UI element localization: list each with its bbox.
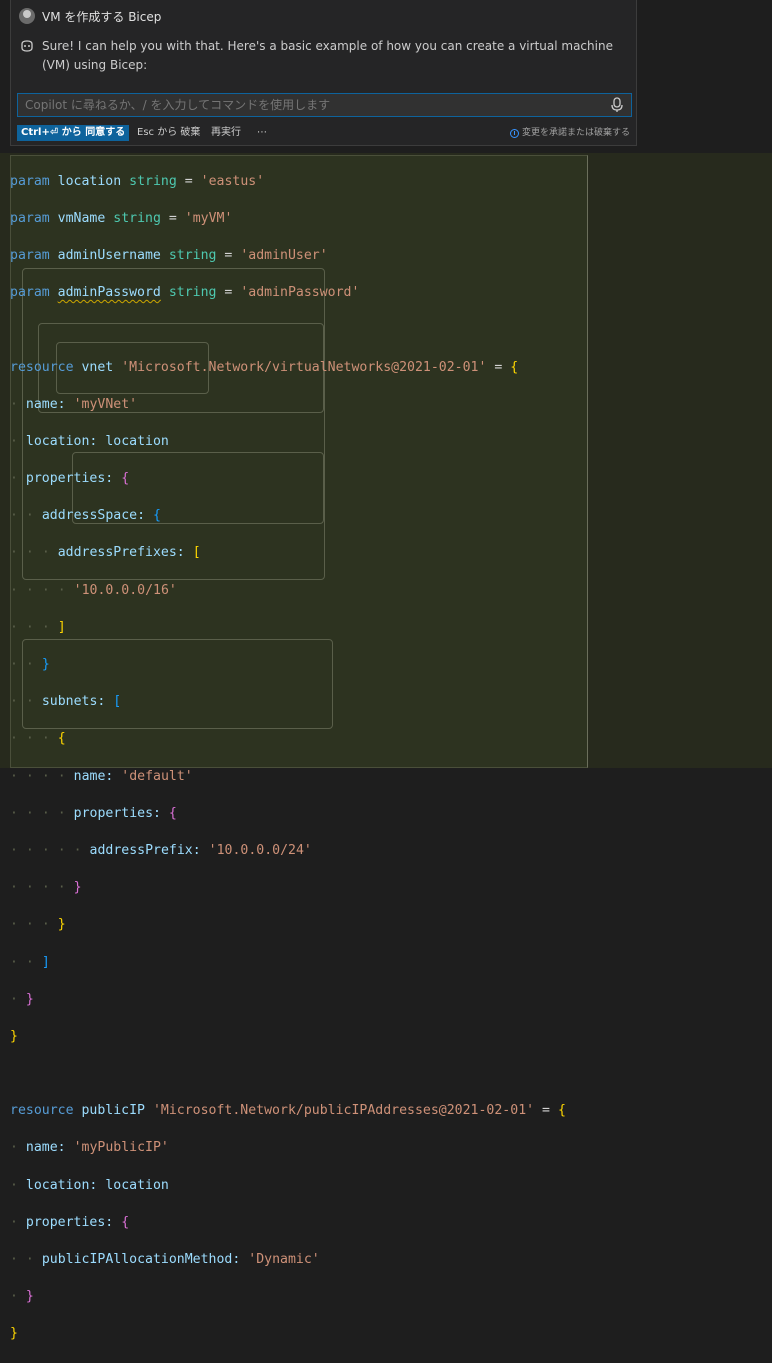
user-message: VM を作成する Bicep — [42, 10, 162, 24]
code-line: · } — [10, 991, 34, 1007]
string: 'Microsoft.Network/publicIPAddresses@202… — [152, 1103, 535, 1119]
code-line: · · · · name: 'default' — [10, 768, 193, 784]
property: location: — [25, 1177, 98, 1193]
string: 'eastus' — [200, 173, 265, 189]
code-line: · · } — [10, 657, 50, 673]
accept-note-text: 変更を承諾または破棄する — [521, 128, 630, 138]
keyword: resource — [10, 1103, 74, 1119]
code-line: resource publicIP 'Microsoft.Network/pub… — [10, 1102, 566, 1121]
type: string — [129, 173, 177, 189]
identifier: vnet — [81, 359, 114, 375]
code-line: param adminPassword string = 'adminPassw… — [10, 284, 566, 303]
property: addressPrefix: — [89, 842, 201, 858]
keyword: param — [10, 210, 50, 226]
string: 'myVNet' — [73, 396, 138, 412]
code-line: param adminUsername string = 'adminUser' — [10, 247, 566, 266]
property: addressPrefixes: — [57, 545, 185, 561]
code-line: · location: location — [10, 1177, 169, 1193]
code-line: } — [10, 1326, 18, 1342]
property: subnets: — [41, 694, 106, 710]
code-line: · · subnets: [ — [10, 694, 122, 710]
identifier: location — [57, 173, 122, 189]
code-line: · · · · '10.0.0.0/16' — [10, 582, 177, 598]
identifier: location — [105, 1177, 169, 1193]
operator: = — [542, 1103, 550, 1119]
code-line: · location: location — [10, 433, 169, 449]
property: publicIPAllocationMethod: — [41, 1252, 241, 1268]
type: string — [113, 210, 161, 226]
property: name: — [25, 396, 66, 412]
identifier: location — [105, 433, 169, 449]
code-line: · · · · · addressPrefix: '10.0.0.0/24' — [10, 842, 312, 858]
code-line: } — [10, 1028, 18, 1044]
property: properties: — [25, 471, 114, 487]
code-line: param location string = 'eastus' — [10, 173, 566, 192]
code-line: · · · · properties: { — [10, 805, 177, 821]
keyword: resource — [10, 359, 74, 375]
operator: = — [184, 173, 193, 189]
operator: = — [224, 247, 233, 263]
code-line: · · ] — [10, 954, 50, 970]
microphone-icon[interactable] — [610, 97, 624, 113]
operator: = — [168, 210, 177, 226]
rerun-button[interactable]: 再実行 — [211, 125, 241, 141]
string: 'adminUser' — [240, 247, 328, 263]
string: '10.0.0.0/16' — [73, 582, 177, 598]
operator: = — [224, 285, 233, 301]
bracket: { — [557, 1103, 566, 1119]
code-line: · · publicIPAllocationMethod: 'Dynamic' — [10, 1252, 320, 1268]
string: 'myVM' — [184, 210, 233, 226]
keyword: param — [10, 173, 50, 189]
string: 'myPublicIP' — [73, 1140, 169, 1156]
property: properties: — [73, 805, 161, 821]
more-actions-button[interactable]: ⋯ — [257, 125, 267, 141]
code-line: · · · · } — [10, 880, 82, 896]
copilot-icon — [21, 40, 33, 52]
identifier: vmName — [57, 210, 106, 226]
property: properties: — [25, 1214, 114, 1230]
info-icon — [509, 128, 519, 138]
property: location: — [25, 433, 98, 449]
code-line: resource vnet 'Microsoft.Network/virtual… — [10, 359, 566, 378]
property: addressSpace: — [41, 508, 146, 524]
code-line: · · · } — [10, 917, 66, 933]
code-line: · properties: { — [10, 1214, 130, 1230]
type: string — [168, 247, 217, 263]
string: 'adminPassword' — [240, 285, 360, 301]
string: '10.0.0.0/24' — [208, 842, 312, 858]
code-line: · · addressSpace: { — [10, 508, 161, 524]
code-line: · name: 'myPublicIP' — [10, 1140, 169, 1156]
code-editor[interactable]: param location string = 'eastus' param v… — [10, 154, 566, 1363]
operator: = — [494, 359, 503, 375]
code-line: · } — [10, 1289, 34, 1305]
property: name: — [73, 768, 114, 784]
keyword: param — [10, 285, 50, 301]
copilot-prompt-input[interactable] — [17, 93, 632, 117]
discard-button[interactable]: Esc から 破棄 — [137, 125, 200, 141]
code-line: · properties: { — [10, 471, 130, 487]
code-line: param vmName string = 'myVM' — [10, 210, 566, 229]
accept-discard-hint: 変更を承諾または破棄する — [509, 125, 630, 141]
copilot-inline-chat: VM を作成する Bicep Sure! I can help you with… — [10, 0, 637, 146]
user-avatar — [19, 8, 35, 24]
keyword: param — [10, 247, 50, 263]
code-line: · · · { — [10, 731, 66, 747]
identifier: adminPassword — [57, 285, 161, 301]
code-line: · · · ] — [10, 619, 66, 635]
accept-button[interactable]: Ctrl+⏎ から 同意する — [17, 125, 130, 141]
property: name: — [25, 1140, 66, 1156]
identifier: adminUsername — [57, 247, 161, 263]
type: string — [168, 285, 217, 301]
bracket: { — [510, 359, 519, 375]
code-line: · · · addressPrefixes: [ — [10, 545, 201, 561]
code-line: · name: 'myVNet' — [10, 396, 138, 412]
identifier: publicIP — [81, 1103, 146, 1119]
copilot-reply: Sure! I can help you with that. Here's a… — [42, 39, 613, 72]
string: 'default' — [121, 768, 193, 784]
string: 'Dynamic' — [248, 1252, 320, 1268]
string: 'Microsoft.Network/virtualNetworks@2021-… — [121, 359, 487, 375]
